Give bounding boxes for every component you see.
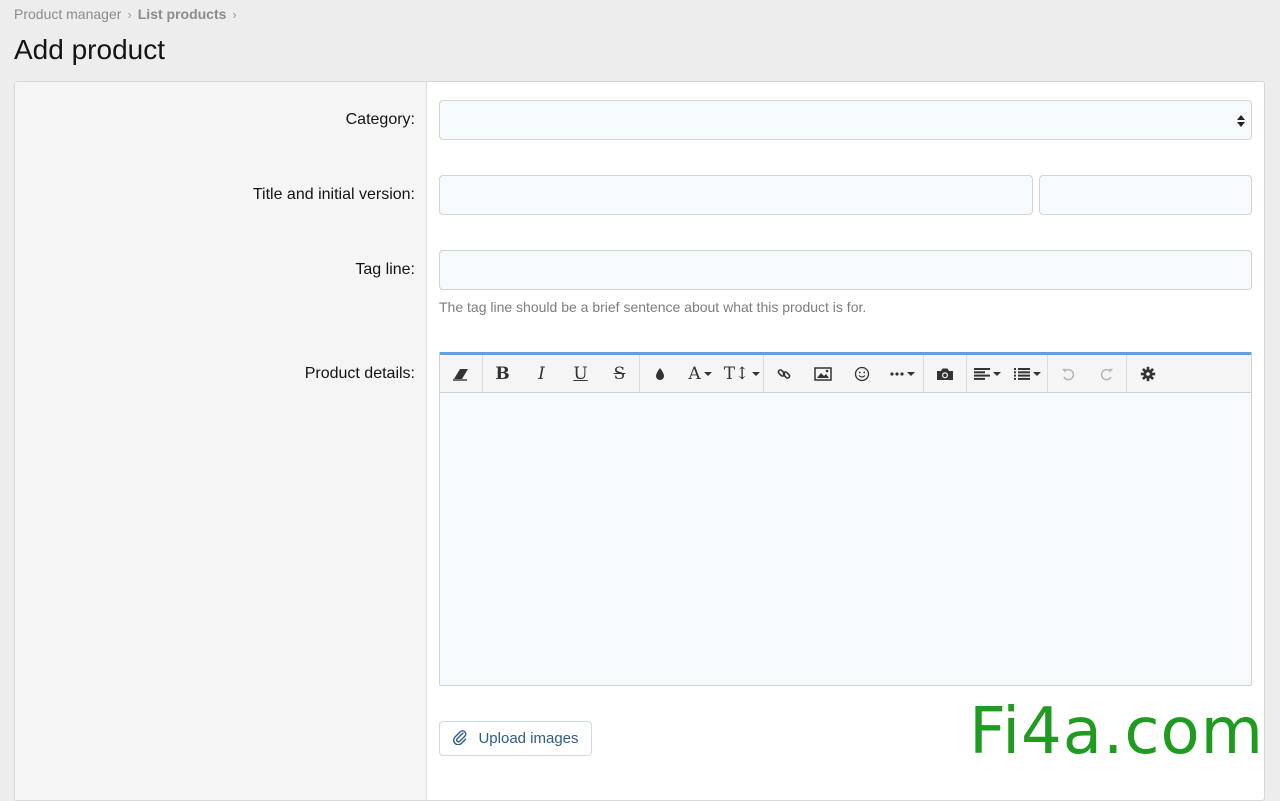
editor-content-area[interactable] xyxy=(440,393,1251,683)
list-icon[interactable] xyxy=(1007,356,1047,392)
ink-drop-icon[interactable] xyxy=(640,356,679,392)
eraser-icon[interactable] xyxy=(440,356,482,392)
editor-toolbar: B I U S A T↕ xyxy=(440,355,1251,393)
upload-images-label: Upload images xyxy=(478,730,579,747)
underline-button[interactable]: U xyxy=(561,356,600,392)
toolbar-group-font: A T↕ xyxy=(640,355,764,392)
title-label: Title and initial version: xyxy=(252,186,415,203)
toolbar-group-history xyxy=(1048,355,1127,392)
category-select[interactable] xyxy=(439,100,1252,140)
font-size-label: T↕ xyxy=(723,363,750,384)
toolbar-group-layout xyxy=(967,355,1048,392)
more-icon[interactable] xyxy=(881,356,923,392)
add-product-form: Category: Title and initial version: Tag… xyxy=(14,81,1265,801)
strikethrough-button[interactable]: S xyxy=(600,356,639,392)
font-size-button[interactable]: T↕ xyxy=(721,356,763,392)
product-details-label: Product details: xyxy=(304,365,415,382)
page-title: Add product xyxy=(14,34,165,65)
tagline-input[interactable] xyxy=(439,250,1252,290)
font-color-button[interactable]: A xyxy=(679,356,721,392)
tagline-label: Tag line: xyxy=(355,261,415,278)
redo-icon[interactable] xyxy=(1087,356,1126,392)
align-icon[interactable] xyxy=(967,356,1007,392)
watermark-logo: Fi4a.com xyxy=(969,695,1264,769)
bold-button[interactable]: B xyxy=(483,356,522,392)
font-color-label: A xyxy=(688,363,701,384)
italic-button[interactable]: I xyxy=(522,356,561,392)
breadcrumb-product-manager[interactable]: Product manager xyxy=(14,6,121,22)
breadcrumb-separator: › xyxy=(127,6,132,22)
breadcrumb-separator: › xyxy=(232,6,237,22)
image-icon[interactable] xyxy=(803,356,842,392)
version-input[interactable] xyxy=(1039,175,1252,215)
product-details-editor: B I U S A T↕ xyxy=(439,352,1252,686)
breadcrumb-list-products[interactable]: List products xyxy=(138,6,227,22)
toolbar-group-media xyxy=(924,355,967,392)
upload-images-button[interactable]: Upload images xyxy=(439,721,592,756)
toolbar-group-insert xyxy=(764,355,924,392)
smiley-icon[interactable] xyxy=(842,356,881,392)
toolbar-group-settings xyxy=(1127,355,1169,392)
input-column: The tag line should be a brief sentence … xyxy=(427,82,1264,800)
gear-icon[interactable] xyxy=(1127,356,1169,392)
select-arrows-icon xyxy=(1237,113,1245,129)
title-input[interactable] xyxy=(439,175,1033,215)
label-column: Category: Title and initial version: Tag… xyxy=(15,82,427,800)
camera-icon[interactable] xyxy=(924,356,966,392)
toolbar-group-clear xyxy=(440,355,483,392)
link-icon[interactable] xyxy=(764,356,803,392)
category-label: Category: xyxy=(345,111,415,128)
toolbar-group-style: B I U S xyxy=(483,355,640,392)
undo-icon[interactable] xyxy=(1048,356,1087,392)
tagline-hint: The tag line should be a brief sentence … xyxy=(439,299,867,315)
paperclip-icon xyxy=(452,729,468,749)
breadcrumb: Product manager › List products › xyxy=(14,6,243,22)
